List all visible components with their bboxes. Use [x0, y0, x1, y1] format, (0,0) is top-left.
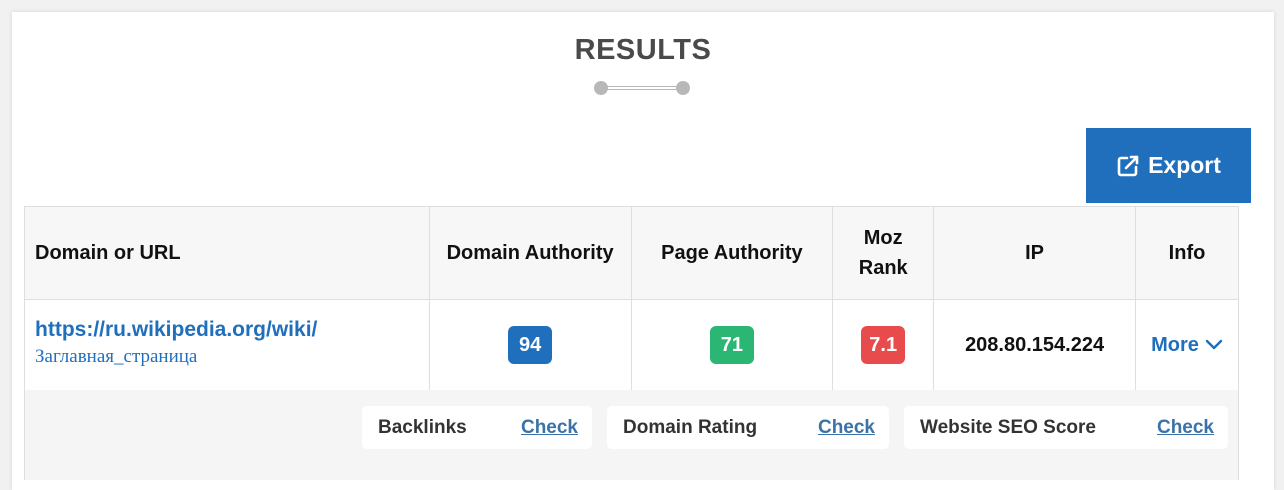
backlinks-chip: Backlinks Check — [362, 406, 592, 449]
domain-rating-check-link[interactable]: Check — [818, 417, 875, 439]
backlinks-label: Backlinks — [378, 416, 467, 438]
external-link-icon — [1117, 155, 1139, 176]
column-header-page-authority: Page Authority — [630, 206, 834, 300]
more-toggle[interactable]: More — [1151, 334, 1223, 357]
domain-authority-cell: 94 — [428, 299, 632, 391]
info-cell: More — [1135, 299, 1239, 391]
column-header-info: Info — [1135, 206, 1239, 300]
export-button[interactable]: Export — [1086, 128, 1251, 203]
moz-rank-cell: 7.1 — [832, 299, 935, 391]
domain-cell: https://ru.wikipedia.org/wiki/ Заглавная… — [24, 299, 430, 391]
website-seo-score-chip: Website SEO Score Check — [904, 406, 1228, 449]
export-label: Export — [1148, 152, 1221, 178]
page-authority-cell: 71 — [630, 299, 834, 391]
more-label: More — [1151, 333, 1199, 356]
extra-checks-row: Backlinks Check Domain Rating Check Webs… — [24, 390, 1239, 480]
page-title: RESULTS — [574, 34, 712, 66]
column-header-domain-authority: Domain Authority — [428, 206, 632, 300]
table-header-row: Domain or URL Domain Authority Page Auth… — [24, 206, 1239, 300]
chevron-down-icon — [1205, 339, 1223, 350]
page-authority-badge: 71 — [709, 326, 754, 364]
result-page-name: Заглавная_страница — [35, 346, 198, 367]
column-header-ip: IP — [933, 206, 1137, 300]
results-table: Domain or URL Domain Authority Page Auth… — [24, 206, 1239, 391]
table-row: https://ru.wikipedia.org/wiki/ Заглавная… — [24, 299, 1239, 391]
ip-address: 208.80.154.224 — [965, 333, 1105, 356]
column-header-moz-rank: Moz Rank — [832, 206, 935, 300]
title-divider — [594, 80, 694, 96]
divider-line — [604, 86, 680, 90]
ip-cell: 208.80.154.224 — [933, 299, 1137, 391]
domain-authority-badge: 94 — [508, 326, 553, 364]
domain-rating-chip: Domain Rating Check — [607, 406, 889, 449]
website-seo-score-label: Website SEO Score — [920, 416, 1096, 438]
moz-rank-badge: 7.1 — [861, 326, 906, 364]
domain-rating-label: Domain Rating — [623, 416, 758, 438]
column-header-domain: Domain or URL — [24, 206, 430, 300]
result-url-link[interactable]: https://ru.wikipedia.org/wiki/ — [35, 318, 429, 342]
backlinks-check-link[interactable]: Check — [521, 417, 578, 439]
divider-dot-right — [676, 81, 690, 95]
website-seo-score-check-link[interactable]: Check — [1157, 417, 1214, 439]
moz-rank-header-label: Moz Rank — [858, 227, 908, 279]
